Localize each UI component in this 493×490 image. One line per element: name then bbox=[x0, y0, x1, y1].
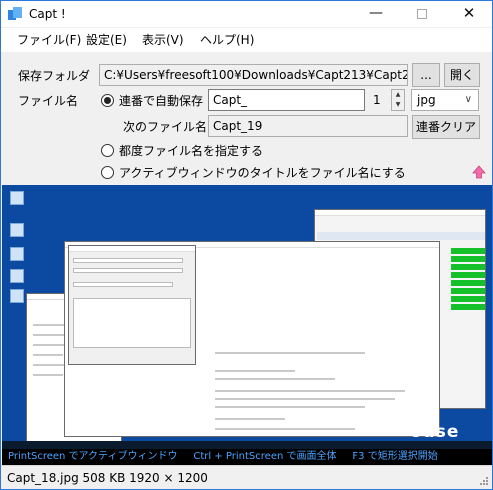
collapse-arrow-icon[interactable] bbox=[471, 164, 487, 180]
chevron-down-icon: ∨ bbox=[464, 94, 472, 105]
radio-window-title-name[interactable] bbox=[101, 166, 114, 179]
hint-full-screen: Ctrl + PrintScreen で画面全体 bbox=[193, 451, 337, 462]
desktop-icon bbox=[10, 269, 24, 283]
close-button[interactable]: ✕ bbox=[446, 1, 492, 27]
app-logo-icon bbox=[8, 7, 22, 20]
capture-preview: ouse bbox=[2, 185, 492, 465]
desktop-icon bbox=[10, 247, 24, 261]
preview-window-capt bbox=[68, 245, 196, 365]
open-folder-button[interactable]: 開く bbox=[444, 63, 480, 87]
menu-bar: ファイル(F) 設定(E) 表示(V) ヘルプ(H) bbox=[1, 28, 492, 52]
window-title-name-label[interactable]: アクティブウィンドウのタイトルをファイル名にする bbox=[119, 165, 406, 181]
maximize-icon bbox=[417, 9, 427, 19]
menu-settings[interactable]: 設定(E) bbox=[86, 31, 127, 49]
desktop-icon bbox=[10, 191, 24, 205]
status-text: Capt_18.jpg 508 KB 1920 × 1200 bbox=[7, 471, 208, 485]
desktop-icon bbox=[10, 223, 24, 237]
menu-file[interactable]: ファイル(F) bbox=[17, 31, 81, 49]
minimize-button[interactable]: — bbox=[353, 1, 399, 27]
save-folder-path-field[interactable]: C:¥Users¥freesoft100¥Downloads¥Capt213¥C… bbox=[99, 64, 408, 86]
hint-active-window: PrintScreen でアクティブウィンドウ bbox=[8, 451, 178, 462]
capture-hint-bar: PrintScreen でアクティブウィンドウ Ctrl + PrintScre… bbox=[2, 449, 492, 465]
save-folder-label: 保存フォルダ bbox=[18, 69, 91, 83]
next-filename-label: 次のファイル名 bbox=[123, 120, 208, 134]
app-window: Capt ! — ✕ ファイル(F) 設定(E) 表示(V) ヘルプ(H) 保存… bbox=[0, 0, 493, 490]
radio-specify-name[interactable] bbox=[101, 144, 114, 157]
browse-folder-button[interactable]: ... bbox=[412, 63, 440, 87]
filename-label: ファイル名 bbox=[18, 94, 79, 108]
radio-auto-number[interactable] bbox=[101, 94, 114, 107]
menu-help[interactable]: ヘルプ(H) bbox=[200, 31, 254, 49]
format-select-value: jpg bbox=[417, 93, 436, 107]
hint-rect-select: F3 で矩形選択開始 bbox=[352, 451, 438, 462]
status-bar: Capt_18.jpg 508 KB 1920 × 1200 bbox=[1, 465, 492, 489]
next-filename-field: Capt_19 bbox=[208, 115, 408, 137]
format-select[interactable]: jpg ∨ bbox=[411, 89, 479, 111]
number-spinner[interactable]: ▲ ▼ bbox=[391, 89, 405, 111]
number-input[interactable]: 1 bbox=[368, 89, 392, 111]
preview-brand-text: ouse bbox=[410, 422, 460, 442]
preview-taskbar bbox=[2, 441, 492, 449]
auto-number-label[interactable]: 連番で自動保存 bbox=[119, 93, 203, 109]
menu-view[interactable]: 表示(V) bbox=[142, 31, 184, 49]
filename-prefix-input[interactable]: Capt_ bbox=[208, 89, 365, 111]
clear-counter-button[interactable]: 連番クリア bbox=[412, 115, 480, 139]
desktop-icon bbox=[10, 289, 24, 303]
maximize-button[interactable] bbox=[399, 1, 445, 27]
resize-grip-icon[interactable] bbox=[479, 476, 489, 486]
window-title: Capt ! bbox=[29, 7, 66, 21]
specify-name-label[interactable]: 都度ファイル名を指定する bbox=[119, 143, 263, 159]
title-bar[interactable]: Capt ! — ✕ bbox=[1, 1, 492, 27]
